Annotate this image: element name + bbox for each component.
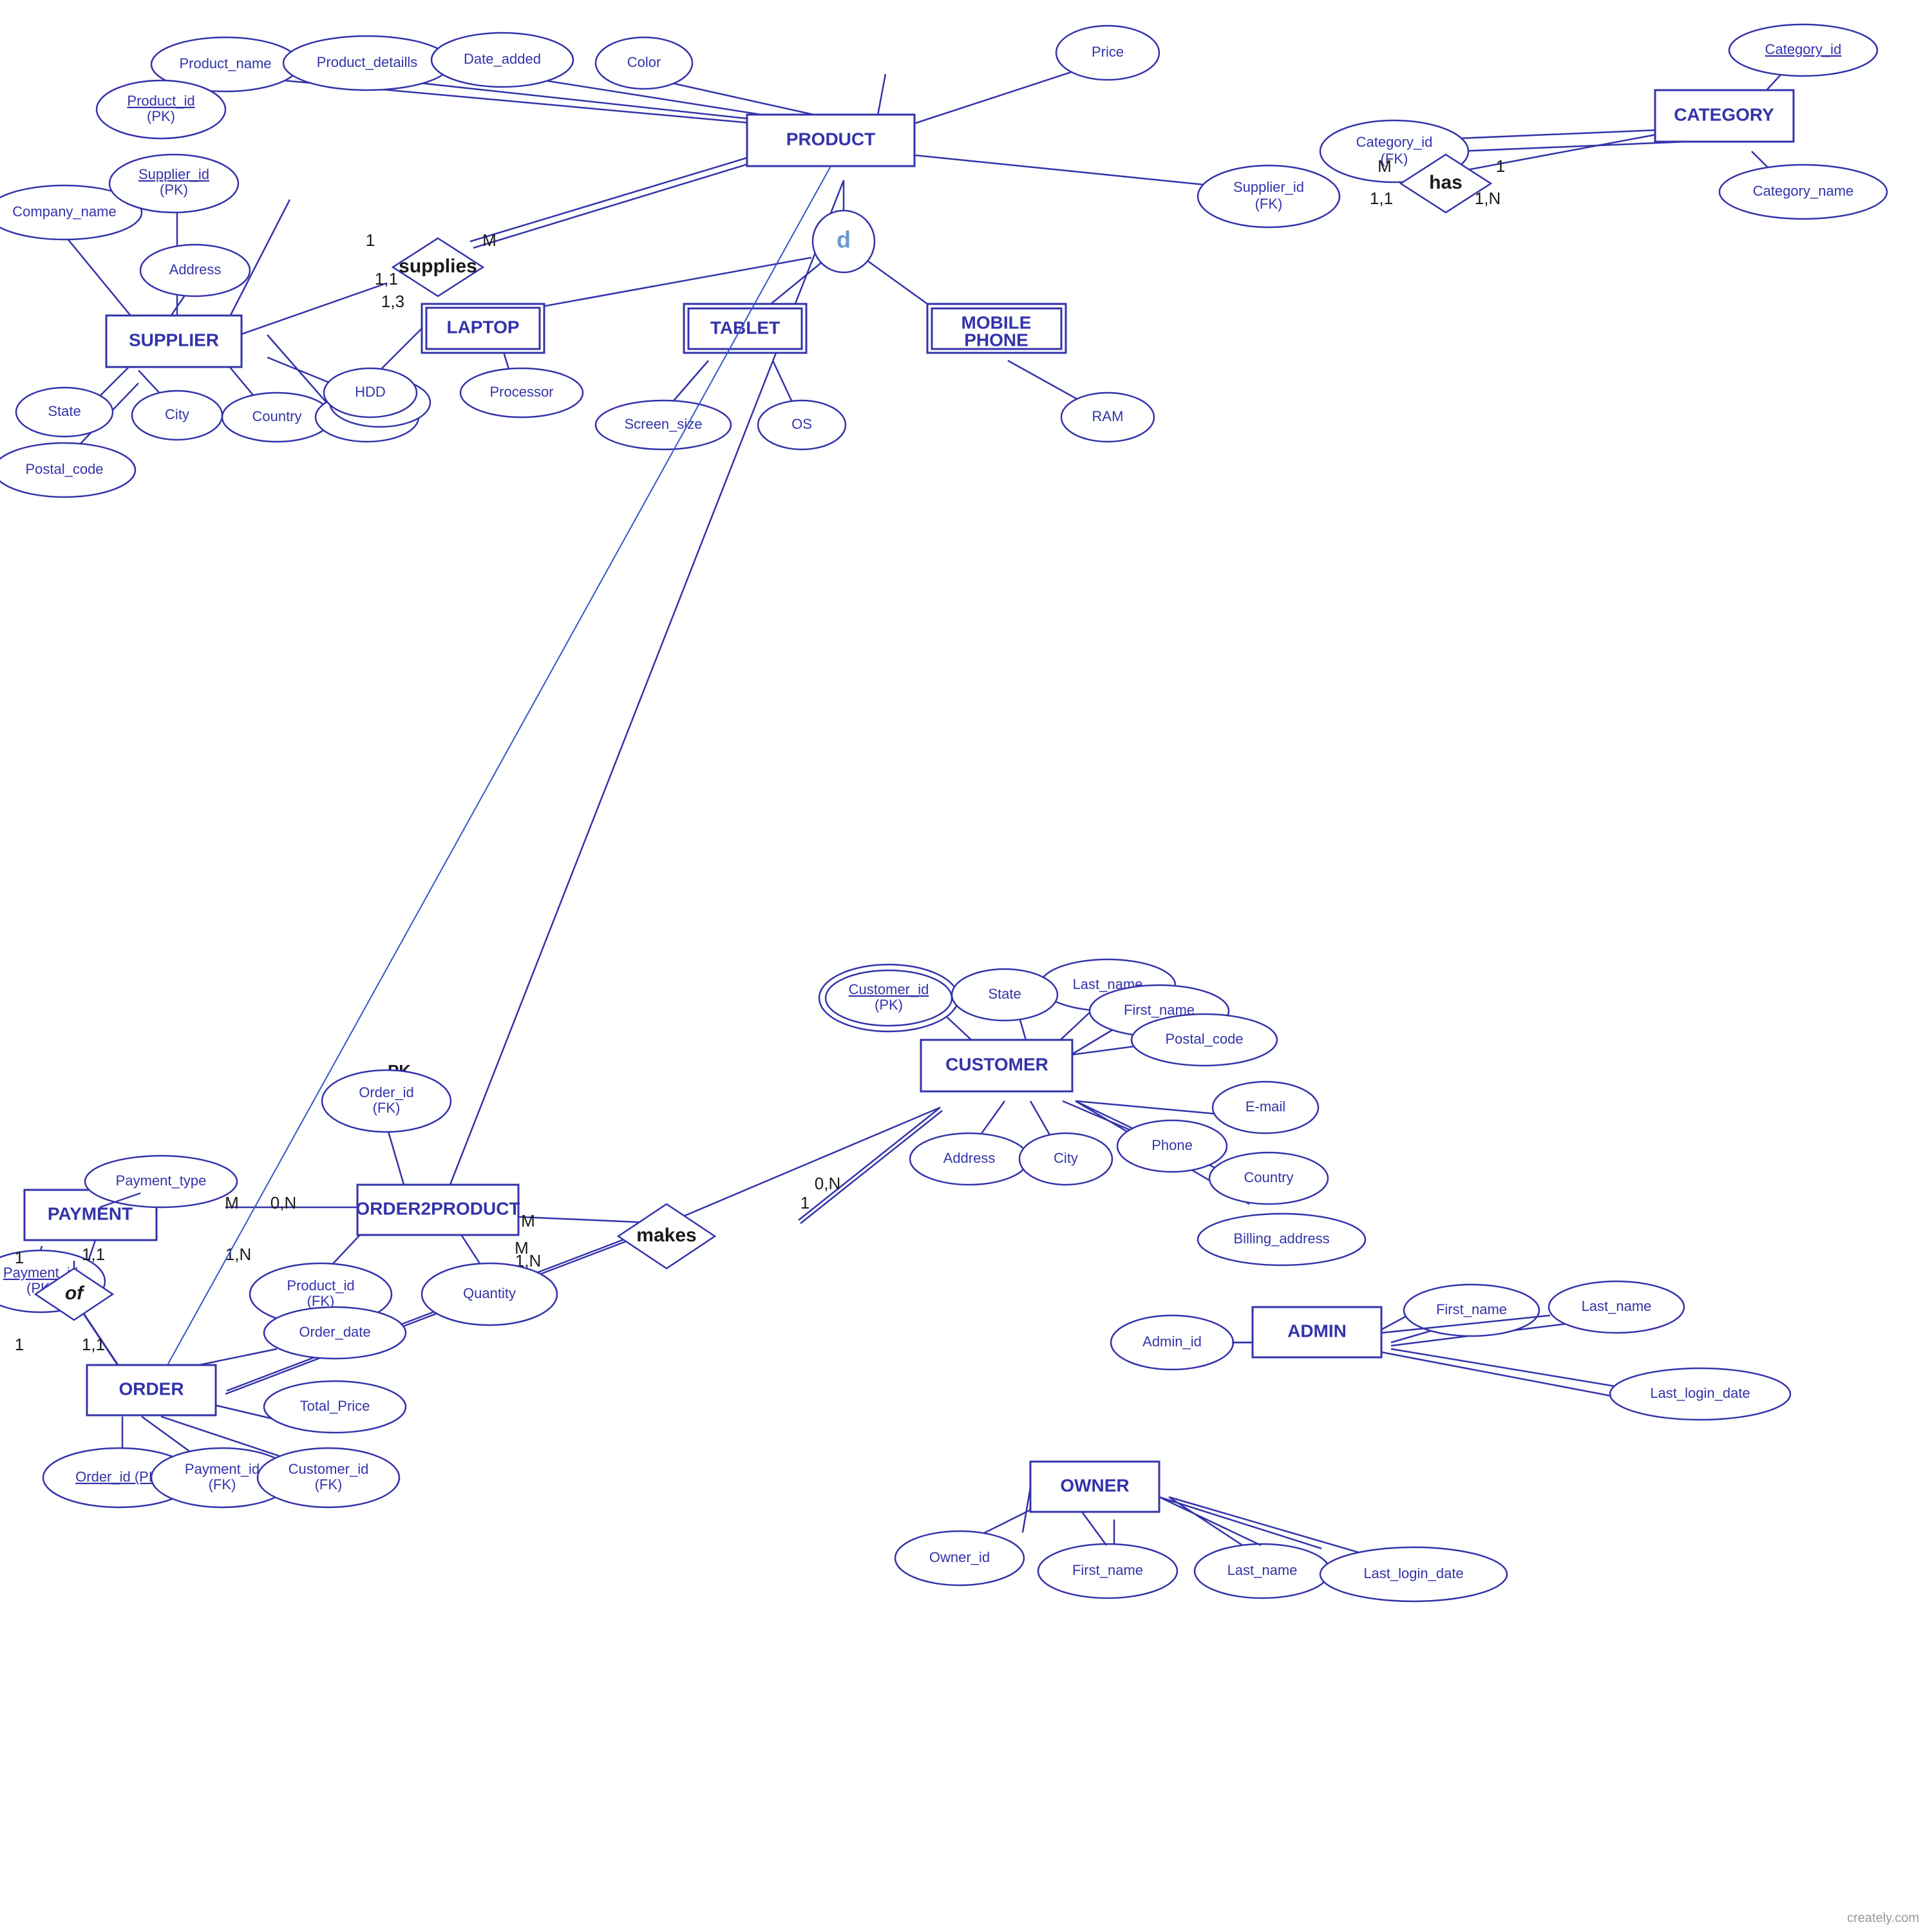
card-makes-0n-right: 0,N — [815, 1174, 840, 1193]
payment-label: PAYMENT — [48, 1203, 133, 1223]
attr-order-id-pk-label: Order_id (PK) — [75, 1469, 163, 1485]
attr-last-name-owner-label: Last_name — [1227, 1562, 1298, 1578]
card-has-1: 1 — [1496, 156, 1505, 176]
attr-postal-code-sup-label: Postal_code — [25, 461, 103, 477]
attr-supplier-id-pk-l1: Supplier_id — [138, 166, 209, 182]
order-label: ORDER — [118, 1379, 184, 1399]
customer-label: CUSTOMER — [945, 1054, 1048, 1074]
card-o2p-0n: 0,N — [270, 1193, 296, 1212]
product-label: PRODUCT — [786, 129, 875, 149]
attr-payment-id-fk-l2: (FK) — [209, 1476, 236, 1493]
attr-product-name-label: Product_name — [179, 55, 271, 71]
attr-customer-id-fk-order-l2: (FK) — [315, 1476, 343, 1493]
supplier-label: SUPPLIER — [129, 330, 219, 350]
attr-product-id-line2: (PK) — [147, 108, 175, 124]
attr-ram-label: RAM — [1092, 408, 1124, 424]
er-diagram: PRODUCT SUPPLIER CATEGORY LAPTOP TABLET … — [0, 0, 1932, 1931]
attr-order-id-fk-l2: (FK) — [373, 1100, 401, 1116]
attr-owner-id-label: Owner_id — [929, 1549, 990, 1565]
attr-quantity-label: Quantity — [463, 1285, 516, 1301]
owner-label: OWNER — [1060, 1475, 1129, 1495]
order2product-label: ORDER2PRODUCT — [355, 1198, 520, 1218]
attr-order-id-fk-l1: Order_id — [359, 1084, 414, 1100]
specialization-d-label: d — [837, 227, 851, 253]
attr-hdd-label: HDD — [355, 384, 386, 400]
attr-category-id-fk-l1: Category_id — [1356, 134, 1433, 150]
card-supplies-m: M — [482, 231, 497, 250]
attr-supplier-id-fk-l1: Supplier_id — [1233, 179, 1304, 195]
attr-product-id-fk-l1: Product_id — [287, 1277, 354, 1294]
attr-order-date-label: Order_date — [299, 1324, 370, 1340]
attr-last-name-admin-label: Last_name — [1582, 1298, 1652, 1314]
attr-first-name-admin-label: First_name — [1436, 1301, 1507, 1317]
attr-product-id-line1: Product_id — [127, 93, 194, 109]
card-has-1n: 1,N — [1475, 189, 1501, 208]
has-label: has — [1429, 172, 1463, 193]
laptop-label: LAPTOP — [446, 317, 519, 337]
attr-supplier-id-fk-l2: (FK) — [1255, 196, 1283, 212]
card-makes-1-right: 1 — [800, 1193, 810, 1212]
attr-payment-type-label: Payment_type — [116, 1173, 207, 1189]
attr-supplier-id-pk-l2: (PK) — [160, 182, 188, 198]
attr-total-price-label: Total_Price — [300, 1398, 370, 1414]
card-of-11-ord: 1,1 — [82, 1335, 105, 1354]
attr-postal-code-cust-label: Postal_code — [1165, 1031, 1243, 1047]
attr-category-name-label: Category_name — [1753, 183, 1854, 199]
attr-customer-id-l2: (PK) — [875, 997, 903, 1013]
card-has-11: 1,1 — [1370, 189, 1393, 208]
attr-admin-id-label: Admin_id — [1142, 1333, 1202, 1350]
attr-payment-id-fk-l1: Payment_id — [185, 1461, 260, 1477]
card-makes-m-left: M — [521, 1211, 535, 1230]
attr-os-label: OS — [791, 416, 812, 432]
attr-category-id-label: Category_id — [1765, 41, 1842, 57]
mobile-label2: PHONE — [964, 330, 1028, 350]
watermark: creately.com — [1847, 1911, 1919, 1925]
attr-processor-label: Processor — [489, 384, 553, 400]
attr-billing-address-label: Billing_address — [1233, 1230, 1329, 1247]
attr-state-sup-label: State — [48, 403, 80, 419]
attr-city-cust-label: City — [1054, 1150, 1078, 1166]
attr-email-cust-label: E-mail — [1245, 1098, 1285, 1115]
card-supplies-11: 1,1 — [375, 269, 398, 288]
attr-phone-cust-label: Phone — [1151, 1137, 1193, 1153]
card-supplies-13: 1,3 — [381, 292, 404, 311]
attr-customer-id-l1: Customer_id — [849, 981, 929, 997]
card-supplies-1: 1 — [366, 231, 375, 250]
attr-state-cust-label: State — [988, 986, 1021, 1002]
attr-company-name-label: Company_name — [12, 203, 116, 220]
attr-country-sup-label: Country — [252, 408, 301, 424]
card-of-1-pay: 1 — [15, 1248, 24, 1267]
attr-price-label: Price — [1092, 44, 1124, 60]
supplies-label: supplies — [399, 256, 477, 277]
attr-color-label: Color — [627, 54, 661, 70]
attr-last-login-admin-label: Last_login_date — [1650, 1385, 1750, 1401]
attr-address-cust-label: Address — [943, 1150, 996, 1166]
makes-label: makes — [636, 1225, 696, 1246]
attr-last-login-owner-label: Last_login_date — [1363, 1565, 1463, 1581]
attr-customer-id-fk-order-l1: Customer_id — [289, 1461, 369, 1477]
card-of-11-pay: 1,1 — [82, 1245, 105, 1264]
card-of-1-ord: 1 — [15, 1335, 24, 1354]
card-has-m: M — [1378, 156, 1392, 176]
attr-date-added-label: Date_added — [464, 51, 541, 67]
attr-country-cust-label: Country — [1244, 1169, 1293, 1185]
attr-product-details-label: Product_detaills — [317, 54, 418, 70]
attr-city-sup-label: City — [165, 406, 189, 422]
card-o2p-m: M — [225, 1193, 239, 1212]
of-label: of — [65, 1283, 85, 1304]
category-label: CATEGORY — [1674, 104, 1774, 124]
attr-first-name-owner-label: First_name — [1072, 1562, 1143, 1578]
attr-address-sup-label: Address — [169, 261, 222, 278]
admin-label: ADMIN — [1287, 1321, 1347, 1341]
